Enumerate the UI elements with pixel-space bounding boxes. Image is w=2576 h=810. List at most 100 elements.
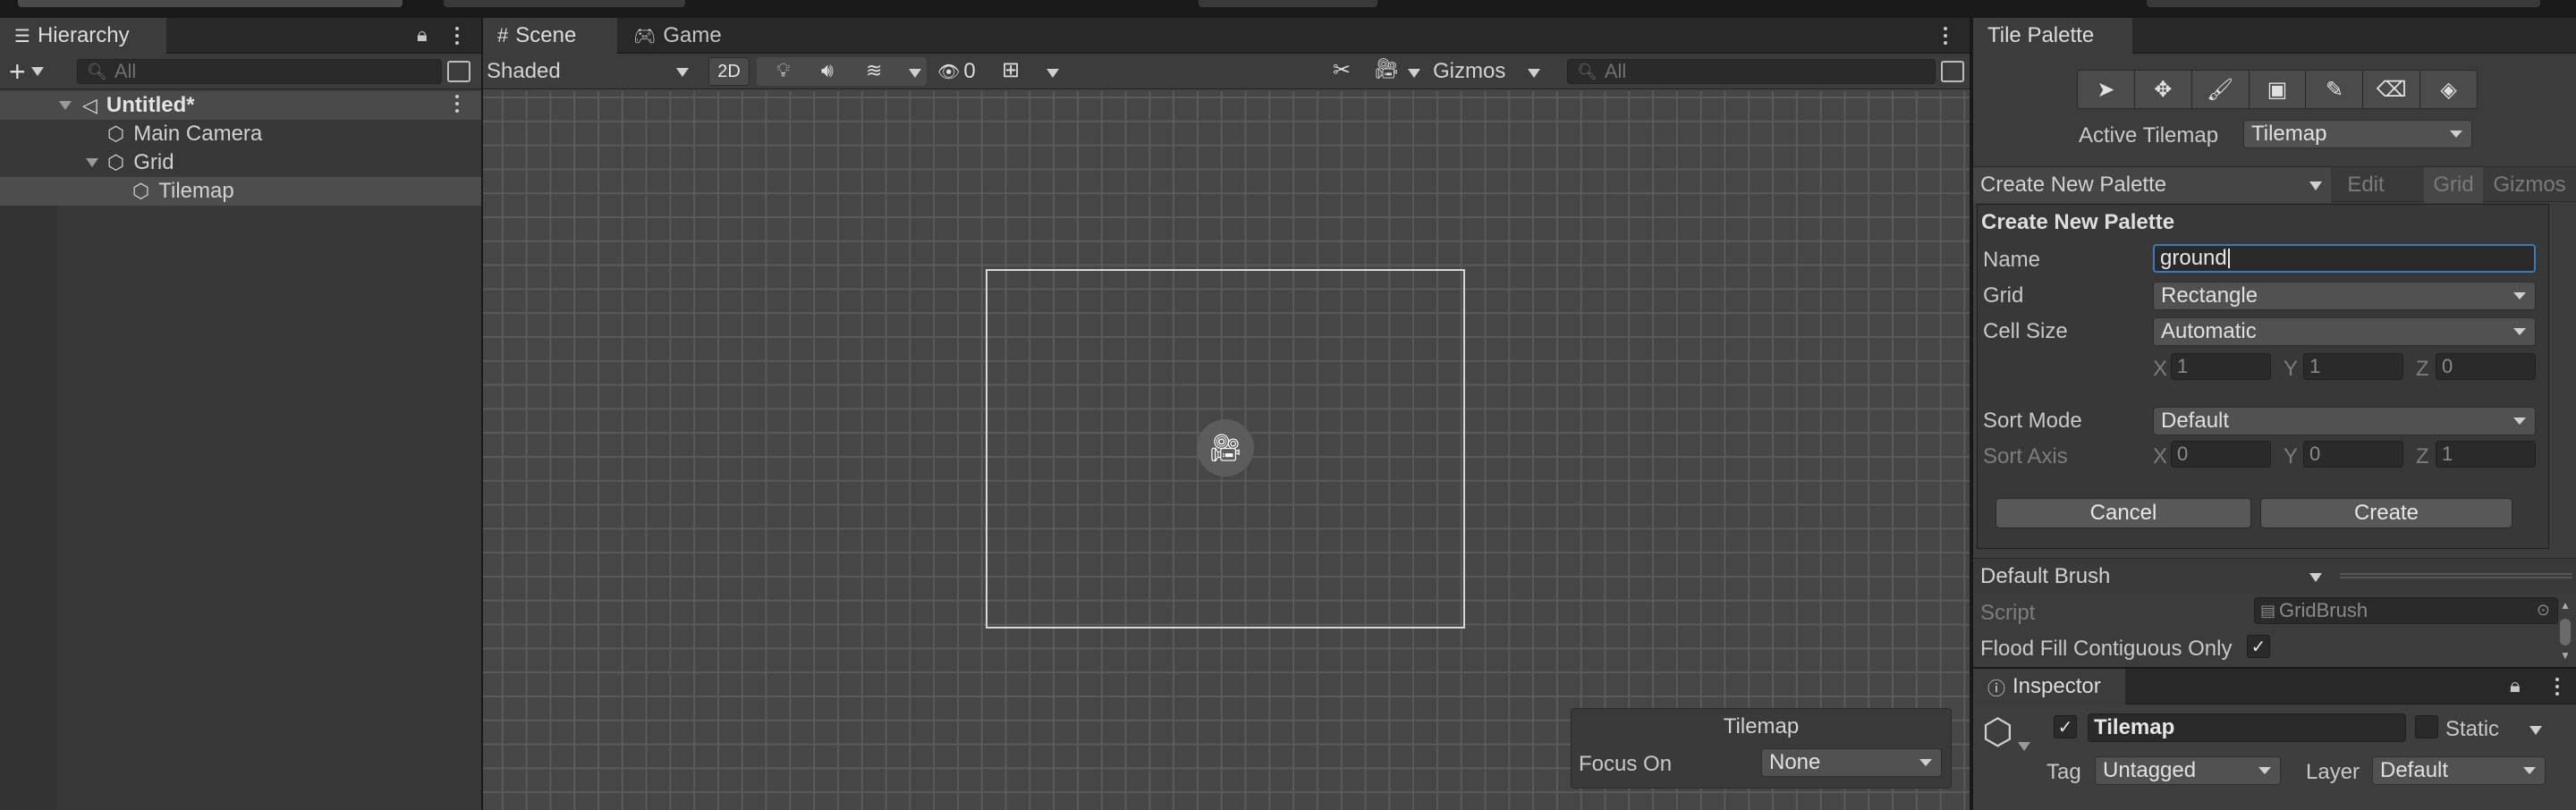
scene-viewport[interactable]: 🎥︎ Tilemap Focus On None <box>483 91 1970 810</box>
box-fill-icon[interactable]: ▣ <box>2250 71 2307 108</box>
lock-icon[interactable]: 🔒︎ <box>417 23 428 46</box>
effects-icon[interactable]: ≋ <box>866 59 882 82</box>
sort-axis-x-value: 0 <box>2177 443 2189 465</box>
camera-dropdown-icon[interactable] <box>1408 69 1420 78</box>
tools-icon[interactable]: ✂ <box>1333 57 1351 83</box>
add-object-button[interactable]: + <box>9 55 44 88</box>
scene-search-input[interactable]: 🔍︎ All <box>1567 59 1936 84</box>
shading-mode-dropdown[interactable]: Shaded <box>487 57 696 86</box>
search-by-type-icon[interactable] <box>447 61 470 82</box>
palette-toolbar: Create New Palette Edit Grid Gizmos <box>1973 166 2576 203</box>
scene-menu-icon[interactable] <box>1943 27 1948 45</box>
inspector-menu-icon[interactable] <box>2555 678 2560 696</box>
palette-name-input[interactable]: ground <box>2153 244 2536 273</box>
lock-icon[interactable]: 🔒︎ <box>2510 674 2521 697</box>
scroll-up-icon[interactable]: ▲ <box>2560 599 2571 612</box>
tab-hierarchy[interactable]: ☰ Hierarchy <box>0 18 166 54</box>
effects-dropdown-icon[interactable] <box>909 69 921 78</box>
edit-palette-button[interactable]: Edit <box>2334 167 2397 203</box>
static-dropdown-icon[interactable] <box>2529 726 2542 735</box>
search-by-type-icon[interactable] <box>1941 61 1964 82</box>
tool-buttons-strip[interactable] <box>18 0 402 7</box>
sort-axis-z-label: Z <box>2416 444 2429 468</box>
sort-mode-label: Sort Mode <box>1983 409 2082 433</box>
tab-inspector[interactable]: ⓘ Inspector <box>1973 669 2125 705</box>
eraser-icon[interactable]: ⌫ <box>2363 71 2421 108</box>
palette-grid-toggle[interactable]: Grid <box>2424 167 2483 203</box>
grid-dropdown-icon[interactable] <box>1046 69 1059 78</box>
active-tilemap-dropdown[interactable]: Tilemap <box>2243 120 2472 148</box>
chevron-down-icon <box>676 68 689 77</box>
focus-on-dropdown[interactable]: None <box>1761 748 1942 777</box>
scroll-thumb[interactable] <box>2560 619 2571 645</box>
cell-size-z-value: 0 <box>2442 355 2453 377</box>
scroll-down-icon[interactable]: ▼ <box>2560 649 2571 662</box>
tag-dropdown[interactable]: Untagged <box>2095 756 2281 785</box>
audio-icon[interactable]: 🔊︎ <box>821 59 834 82</box>
gizmos-dropdown-icon[interactable] <box>1528 69 1540 78</box>
hierarchy-item-main-camera[interactable]: ⬡ Main Camera <box>0 120 481 148</box>
tab-tile-palette[interactable]: Tile Palette <box>1973 18 2132 54</box>
layer-value: Default <box>2380 758 2449 782</box>
gizmos-button[interactable]: Gizmos <box>1433 57 1505 86</box>
scene-row[interactable]: ◁ Untitled* <box>0 91 481 120</box>
cell-size-value: Automatic <box>2161 319 2257 343</box>
scene-visibility-toggle[interactable]: 👁︎ 0 <box>937 57 987 86</box>
palette-gizmos-toggle[interactable]: Gizmos <box>2485 167 2574 203</box>
grid-snap-icon[interactable]: ⊞ <box>1002 57 1020 83</box>
hierarchy-menu-icon[interactable] <box>454 27 460 45</box>
paint-brush-icon[interactable]: 🖌︎ <box>2192 71 2250 108</box>
icon-dropdown-icon[interactable] <box>2018 742 2030 751</box>
expand-icon[interactable] <box>86 158 98 167</box>
flood-fill-checkbox[interactable]: ✓ <box>2247 635 2270 658</box>
picker-icon[interactable]: ✎ <box>2306 71 2364 108</box>
create-button[interactable]: Create <box>2260 498 2512 528</box>
sort-axis-z-value: 1 <box>2442 443 2453 465</box>
tile-palette-tools: ➤ ✥ 🖌︎ ▣ ✎ ⌫ ◈ <box>2077 70 2478 109</box>
tab-game[interactable]: 🎮︎ Game <box>619 18 735 54</box>
chevron-down-icon <box>2450 131 2462 138</box>
expand-icon[interactable] <box>59 101 72 110</box>
camera-icon[interactable]: 🎥︎ <box>1374 57 1399 80</box>
palette-dropdown[interactable]: Create New Palette <box>1973 167 2331 203</box>
script-file-icon: ▤ <box>2260 601 2276 620</box>
lighting-icon[interactable]: 💡︎ <box>776 59 790 82</box>
layer-dropdown[interactable]: Default <box>2372 756 2546 785</box>
cancel-button[interactable]: Cancel <box>1996 498 2251 528</box>
tab-scene[interactable]: # Scene <box>483 18 617 54</box>
shading-mode-value: Shaded <box>487 59 561 83</box>
2d-toggle-button[interactable]: 2D <box>708 57 750 86</box>
hierarchy-item-grid[interactable]: ⬡ Grid <box>0 148 481 177</box>
chevron-down-icon <box>2258 767 2271 774</box>
camera-gizmo-icon[interactable]: 🎥︎ <box>1197 419 1254 477</box>
gameobject-cube-icon: ⬡ <box>1982 713 2013 752</box>
cell-size-x-label: X <box>2153 357 2168 381</box>
account-buttons[interactable] <box>444 0 685 7</box>
tag-label: Tag <box>2046 760 2081 784</box>
hierarchy-search-input[interactable]: 🔍︎ All <box>77 59 442 84</box>
object-name-input[interactable]: Tilemap <box>2088 713 2406 742</box>
select-icon[interactable]: ➤ <box>2078 71 2135 108</box>
grid-type-dropdown[interactable]: Rectangle <box>2153 282 2536 310</box>
brush-dropdown-value: Default Brush <box>1980 564 2111 588</box>
move-icon[interactable]: ✥ <box>2135 71 2192 108</box>
name-label: Name <box>1983 248 2041 272</box>
sort-mode-value: Default <box>2161 409 2230 433</box>
scene-panel: # Scene 🎮︎ Game Shaded 2D 💡︎ 🔊︎ ≋ 👁︎ 0 ⊞… <box>483 18 1970 810</box>
object-picker-icon[interactable]: ⊙ <box>2537 601 2550 620</box>
hierarchy-item-tilemap[interactable]: ⬡ Tilemap <box>0 177 481 206</box>
brush-splitter[interactable] <box>2340 573 2572 578</box>
tile-palette-scrollbar[interactable]: ▲ ▼ <box>2558 599 2572 667</box>
layers-layout-buttons[interactable] <box>2147 0 2540 7</box>
static-checkbox[interactable] <box>2415 715 2438 738</box>
brush-dropdown[interactable]: Default Brush <box>1973 559 2331 595</box>
active-checkbox[interactable]: ✓ <box>2054 715 2077 738</box>
scene-menu-icon[interactable] <box>454 95 460 113</box>
sort-mode-dropdown[interactable]: Default <box>2153 407 2536 435</box>
gamepad-icon: 🎮︎ <box>633 26 657 46</box>
hierarchy-item-label: Main Camera <box>133 122 263 146</box>
cell-size-dropdown[interactable]: Automatic <box>2153 317 2536 346</box>
brush-toolbar: Default Brush <box>1973 558 2576 594</box>
play-controls[interactable] <box>1199 0 1377 7</box>
flood-fill-icon[interactable]: ◈ <box>2420 71 2477 108</box>
